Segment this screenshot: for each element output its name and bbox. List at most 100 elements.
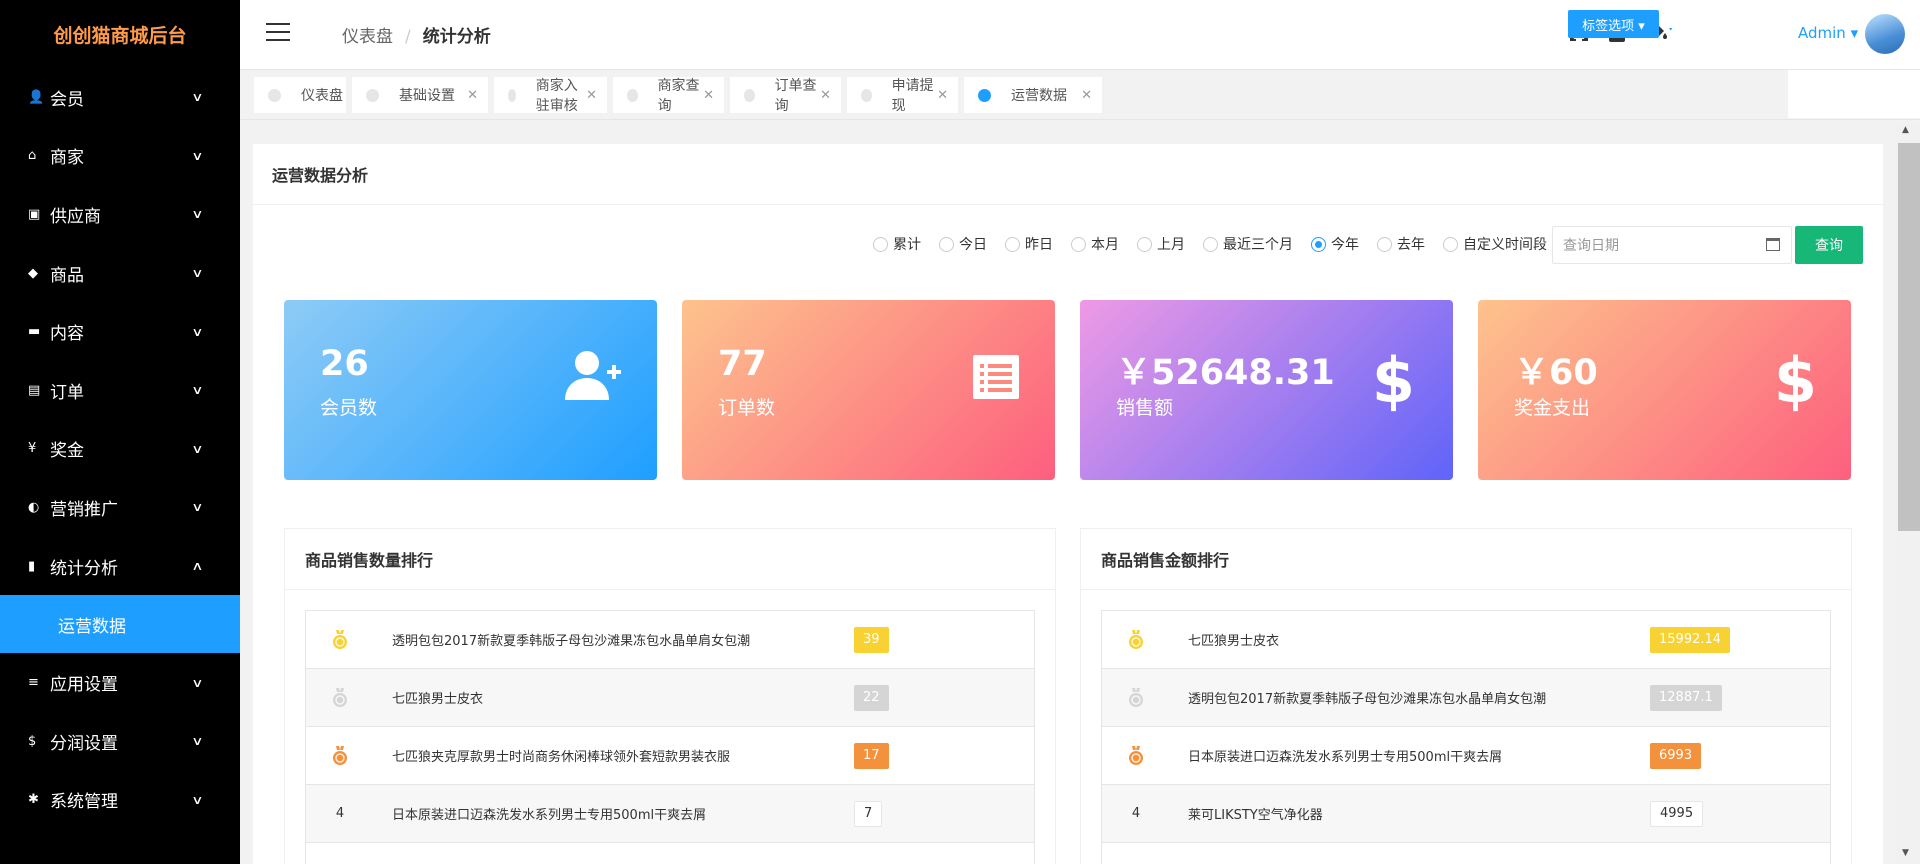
product-name: 日本原装进口迈森洗发水系列男士专用500ml干爽去屑 bbox=[1188, 750, 1503, 765]
sidebar-item-label: 统计分析 bbox=[50, 558, 118, 579]
stat-card-members: 26 会员数 bbox=[284, 300, 657, 480]
sidebar-item[interactable]: ▤ 订单 ∨ bbox=[0, 361, 240, 420]
sidebar-item-label: 营销推广 bbox=[50, 499, 118, 520]
close-icon[interactable]: ✕ bbox=[1081, 88, 1092, 103]
close-icon[interactable]: ✕ bbox=[703, 88, 714, 103]
panel-title: 商品销售数量排行 bbox=[285, 529, 1055, 590]
sidebar-item-label: 订单 bbox=[50, 382, 84, 403]
breadcrumb: 仪表盘 / 统计分析 bbox=[342, 22, 491, 47]
sidebar-item[interactable]: ✱ 系统管理 ∨ bbox=[0, 771, 240, 830]
radio-circle bbox=[1203, 236, 1218, 252]
radio-label: 今年 bbox=[1331, 237, 1359, 253]
bronze-medal-icon bbox=[328, 745, 352, 766]
query-date-placeholder: 查询日期 bbox=[1563, 238, 1619, 254]
tab-status-dot bbox=[268, 88, 281, 102]
close-icon[interactable]: ✕ bbox=[586, 88, 597, 103]
close-icon[interactable]: ✕ bbox=[937, 88, 948, 103]
hamburger-menu-icon[interactable] bbox=[266, 23, 290, 41]
stat-label: 订单数 bbox=[718, 397, 776, 419]
tab-label: 订单查询 bbox=[774, 78, 817, 114]
sidebar-item[interactable]: ▬ 内容 ∨ bbox=[0, 302, 240, 361]
folder-icon: ▬ bbox=[28, 324, 41, 340]
sidebar-item[interactable]: ◆ 商品 ∨ bbox=[0, 244, 240, 303]
chevron-down-icon: ∨ bbox=[191, 383, 204, 398]
sidebar-subitem-active[interactable]: 运营数据 bbox=[0, 595, 240, 654]
sidebar-item-label: 奖金 bbox=[50, 441, 84, 462]
time-range-radio[interactable]: 最近三个月 bbox=[1203, 234, 1293, 254]
sidebar-item[interactable]: $ 分润设置 ∨ bbox=[0, 712, 240, 771]
close-icon[interactable]: ✕ bbox=[467, 88, 478, 103]
sidebar-item-label: 供应商 bbox=[50, 206, 101, 227]
sidebar-item-label: 应用设置 bbox=[50, 675, 118, 696]
time-range-radio[interactable]: 今年 bbox=[1311, 234, 1359, 254]
tab[interactable]: 申请提现 ✕ bbox=[847, 77, 958, 114]
list-icon: ≡ bbox=[28, 675, 39, 691]
breadcrumb-root[interactable]: 仪表盘 bbox=[342, 27, 393, 47]
chevron-down-icon: ∨ bbox=[191, 500, 204, 515]
table-row: 七匹狼男士皮衣 22 bbox=[306, 669, 1034, 727]
close-icon[interactable]: ✕ bbox=[820, 88, 831, 103]
radio-label: 本月 bbox=[1091, 237, 1119, 253]
product-name: 七匹狼男士皮衣 bbox=[1188, 634, 1280, 649]
time-range-radio[interactable]: 去年 bbox=[1377, 234, 1425, 254]
sidebar-item[interactable]: ▣ 供应商 ∨ bbox=[0, 185, 240, 244]
radio-circle bbox=[1137, 236, 1152, 252]
tab[interactable]: 运营数据 ✕ bbox=[964, 77, 1102, 113]
table-row: 透明包包2017新款夏季韩版子母包沙滩果冻包水晶单肩女包潮 12887.1 bbox=[1102, 669, 1830, 727]
time-range-radio[interactable]: 自定义时间段 bbox=[1443, 234, 1547, 254]
rank-value-badge: 6993 bbox=[1650, 742, 1702, 769]
sidebar-item[interactable]: 👤 会员 ∨ bbox=[0, 68, 240, 127]
admin-user-menu[interactable]: Admin ▾ bbox=[1798, 24, 1858, 42]
tab-status-dot bbox=[744, 88, 755, 102]
sidebar-item[interactable]: ¥ 奖金 ∨ bbox=[0, 420, 240, 479]
time-range-radio[interactable]: 本月 bbox=[1071, 234, 1119, 254]
table-row: 4 莱可LIKSTY空气净化器 4995 bbox=[1102, 785, 1830, 843]
time-range-radio[interactable]: 昨日 bbox=[1005, 234, 1053, 254]
product-name: 透明包包2017新款夏季韩版子母包沙滩果冻包水晶单肩女包潮 bbox=[1188, 692, 1547, 707]
user-icon: 👤 bbox=[28, 89, 45, 105]
radio-circle bbox=[1071, 236, 1086, 252]
operation-data-card: 运营数据分析 累计 今日 昨日 本月 上月 最近三个月 今年 去年 自定义时间段 查询日期 查询… bbox=[253, 144, 1883, 864]
query-button[interactable]: 查询 bbox=[1795, 226, 1863, 264]
radio-circle bbox=[873, 236, 888, 252]
chevron-down-icon: ∨ bbox=[191, 148, 204, 163]
radio-circle bbox=[1443, 236, 1458, 252]
stat-card-bonus: ￥60 奖金支出 $ bbox=[1478, 300, 1851, 480]
rank-value-badge: 12887.1 bbox=[1650, 684, 1722, 711]
scroll-up-icon[interactable]: ▲ bbox=[1902, 125, 1909, 135]
breadcrumb-separator: / bbox=[405, 27, 411, 47]
silver-medal-icon bbox=[328, 687, 352, 708]
tab[interactable]: 订单查询 ✕ bbox=[730, 77, 841, 114]
time-range-radio[interactable]: 上月 bbox=[1137, 234, 1185, 254]
tab[interactable]: 商家查询 ✕ bbox=[613, 77, 724, 114]
radio-circle bbox=[1377, 236, 1392, 252]
product-name: 莱可LIKSTY空气净化器 bbox=[1188, 808, 1323, 823]
query-date-input[interactable]: 查询日期 bbox=[1552, 226, 1792, 264]
tab-options-button[interactable]: 标签选项 ▾ bbox=[1568, 10, 1659, 38]
scroll-down-icon[interactable]: ▼ bbox=[1902, 848, 1909, 858]
add-user-icon bbox=[565, 350, 623, 406]
tab[interactable]: 商家入驻审核 ✕ bbox=[494, 77, 607, 114]
avatar[interactable] bbox=[1865, 14, 1905, 54]
tab-label: 商家入驻审核 bbox=[535, 78, 578, 114]
tab[interactable]: 仪表盘 bbox=[254, 77, 346, 113]
time-range-radio[interactable]: 累计 bbox=[873, 234, 921, 254]
tab[interactable]: 基础设置 ✕ bbox=[352, 77, 488, 113]
sidebar-item[interactable]: ▮ 统计分析 ∧ bbox=[0, 537, 240, 596]
tab-label: 申请提现 bbox=[891, 78, 934, 114]
radio-label: 昨日 bbox=[1025, 237, 1053, 253]
sidebar-item[interactable]: ≡ 应用设置 ∨ bbox=[0, 653, 240, 712]
table-row: 4 日本原装进口迈森洗发水系列男士专用500ml干爽去屑 7 bbox=[306, 785, 1034, 843]
sidebar-item[interactable]: ⌂ 商家 ∨ bbox=[0, 127, 240, 186]
page-title: 运营数据分析 bbox=[253, 144, 1883, 205]
tab-status-dot bbox=[508, 88, 516, 102]
sidebar-item[interactable]: ◐ 营销推广 ∨ bbox=[0, 478, 240, 537]
stat-label: 销售额 bbox=[1116, 397, 1174, 419]
top-header: 仪表盘 / 统计分析 Admin ▾ bbox=[240, 0, 1920, 70]
gold-medal-icon bbox=[1124, 629, 1148, 650]
time-range-radio[interactable]: 今日 bbox=[939, 234, 987, 254]
scrollbar-thumb[interactable] bbox=[1898, 143, 1920, 531]
supplier-icon: ▣ bbox=[28, 206, 41, 222]
radio-circle bbox=[939, 236, 954, 252]
chart-icon: ▮ bbox=[28, 558, 36, 574]
